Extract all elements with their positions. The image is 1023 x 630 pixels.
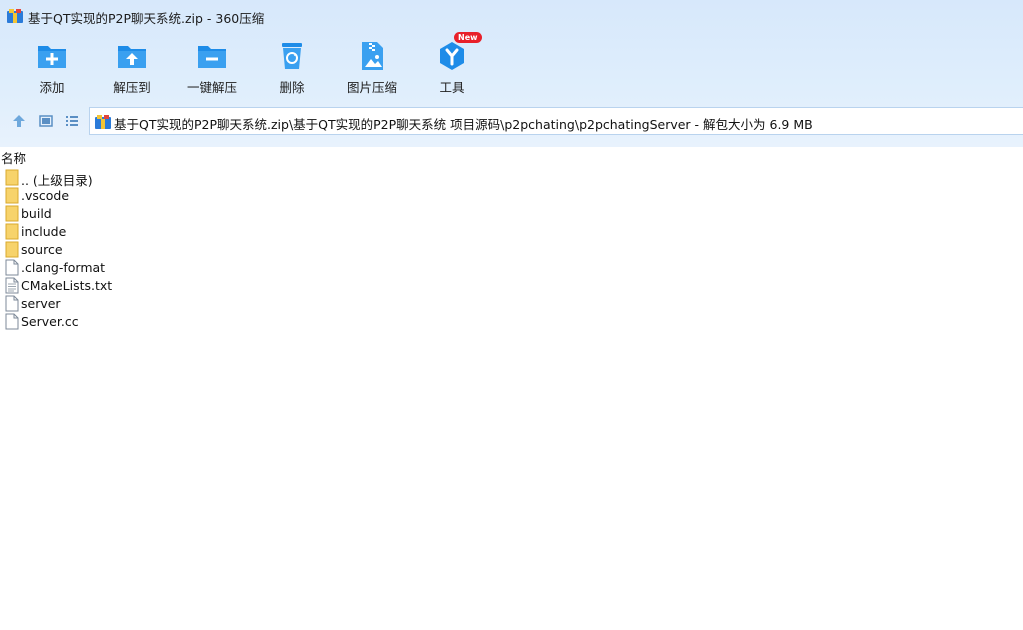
list-item-name: Server.cc <box>21 314 79 329</box>
list-item[interactable]: .vscode <box>3 187 403 205</box>
add-label: 添加 <box>39 80 65 95</box>
list-item[interactable]: include <box>3 223 403 241</box>
one-click-extract-label: 一键解压 <box>186 80 237 95</box>
tools-label: 工具 <box>439 80 465 95</box>
list-item[interactable]: Server.cc <box>3 313 403 331</box>
delete-button[interactable]: 删除 <box>252 34 332 98</box>
add-icon <box>38 46 66 68</box>
archive-icon <box>95 115 111 129</box>
image-compress-icon <box>362 42 383 70</box>
column-name-header[interactable]: 名称 <box>1 148 26 167</box>
list-item[interactable]: .clang-format <box>3 259 403 277</box>
navigation-bar: 基于QT实现的P2P聊天系统.zip\基于QT实现的P2P聊天系统 项目源码\p… <box>0 106 1023 136</box>
list-item[interactable]: source <box>3 241 403 259</box>
folder-icon <box>5 223 19 240</box>
image-compress-button[interactable]: 图片压缩 <box>332 34 412 98</box>
thumbnail-view-icon[interactable] <box>39 114 53 128</box>
new-badge: New <box>454 32 482 43</box>
extract-to-icon <box>118 46 146 68</box>
delete-label: 删除 <box>279 80 305 95</box>
folder-icon <box>5 187 19 204</box>
folder-icon <box>5 205 19 222</box>
list-item-name: .vscode <box>21 188 70 203</box>
image-compress-label: 图片压缩 <box>346 80 397 95</box>
title-bar: 基于QT实现的P2P聊天系统.zip - 360压缩 <box>0 0 1023 32</box>
text-file-icon <box>5 277 19 294</box>
tools-icon <box>440 42 464 70</box>
list-item[interactable]: CMakeLists.txt <box>3 277 403 295</box>
file-icon <box>5 313 19 330</box>
extract-to-label: 解压到 <box>113 80 151 95</box>
extract-to-button[interactable]: 解压到 <box>92 34 172 98</box>
list-item[interactable]: server <box>3 295 403 313</box>
list-item-name: build <box>21 206 52 221</box>
delete-icon <box>282 43 302 69</box>
path-bar[interactable]: 基于QT实现的P2P聊天系统.zip\基于QT实现的P2P聊天系统 项目源码\p… <box>89 107 1023 135</box>
add-button[interactable]: 添加 <box>12 34 92 98</box>
path-text: 基于QT实现的P2P聊天系统.zip\基于QT实现的P2P聊天系统 项目源码\p… <box>114 117 813 132</box>
file-icon <box>5 259 19 276</box>
list-item-name: .clang-format <box>21 260 106 275</box>
archive-app-icon <box>7 9 23 23</box>
window-title: 基于QT实现的P2P聊天系统.zip - 360压缩 <box>28 11 265 26</box>
tools-button[interactable]: New 工具 <box>412 32 492 98</box>
list-view-icon[interactable] <box>65 114 79 128</box>
toolbar: 添加 解压到 一键解压 删除 图片压缩 New 工具 <box>0 32 1023 100</box>
column-header[interactable]: 名称 <box>0 147 1023 167</box>
list-item-name: server <box>21 296 61 311</box>
one-click-extract-button[interactable]: 一键解压 <box>172 34 252 98</box>
one-click-extract-icon <box>198 46 226 68</box>
list-item[interactable]: build <box>3 205 403 223</box>
list-item[interactable]: .. (上级目录) <box>3 169 403 188</box>
up-arrow-icon[interactable] <box>12 114 26 128</box>
list-item-name: CMakeLists.txt <box>21 278 113 293</box>
folder-icon <box>5 169 19 186</box>
list-item-name: source <box>21 242 63 257</box>
folder-icon <box>5 241 19 258</box>
list-item-name: include <box>21 224 67 239</box>
file-icon <box>5 295 19 312</box>
